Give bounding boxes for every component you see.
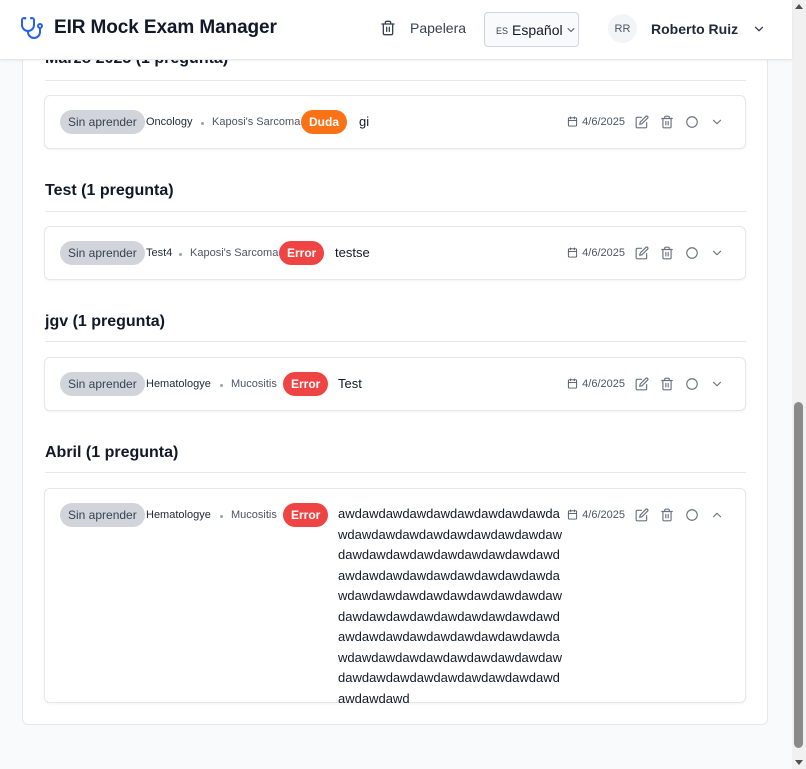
status-badge[interactable]: Sin aprender	[60, 503, 145, 527]
user-menu[interactable]: RR Roberto Ruiz	[608, 14, 766, 43]
question-date: 4/6/2025	[582, 377, 625, 390]
scroll-up-arrow[interactable]	[795, 4, 803, 9]
question-card[interactable]: Sin aprender Oncology Kaposi's Sarcoma D…	[44, 95, 746, 149]
calendar-icon	[568, 247, 578, 258]
question-meta: 4/6/2025	[567, 244, 725, 261]
trash-icon	[660, 508, 673, 521]
question-meta: 4/6/2025	[567, 375, 725, 392]
question-date: 4/6/2025	[582, 115, 625, 128]
group-divider	[45, 80, 746, 81]
question-text: testse	[335, 245, 370, 260]
expand-button[interactable]	[708, 113, 725, 130]
chevron-down-icon	[712, 381, 721, 386]
topic-label: Test4	[146, 247, 173, 259]
question-text: Test	[338, 376, 362, 391]
question-date: 4/6/2025	[582, 246, 625, 259]
question-text: awdawdawdawdawdawdawdawdawdawdawdawdawda…	[338, 506, 563, 706]
edit-button[interactable]	[633, 375, 650, 392]
circle-icon	[685, 115, 698, 128]
group-divider	[45, 211, 746, 212]
question-card[interactable]: Sin aprender Hematologye Mucositis Error…	[44, 488, 746, 706]
chevron-down-icon	[712, 119, 721, 124]
doubt-badge: Duda	[301, 110, 347, 134]
chevron-down-icon	[712, 250, 721, 255]
edit-button[interactable]	[633, 506, 650, 523]
edit-icon	[635, 377, 648, 390]
separator-dot	[220, 515, 223, 518]
trash-link[interactable]: Papelera	[380, 20, 466, 36]
error-badge: Error	[283, 372, 329, 396]
calendar-icon	[568, 509, 578, 520]
group-title: Abril (1 pregunta)	[45, 444, 179, 461]
edit-button[interactable]	[633, 113, 650, 130]
delete-button[interactable]	[658, 244, 675, 261]
expand-button[interactable]	[708, 375, 725, 392]
subtopic-label: Mucositis	[231, 378, 277, 390]
status-badge[interactable]: Sin aprender	[60, 241, 145, 265]
circle-icon	[685, 508, 698, 521]
group-title: jgv (1 pregunta)	[45, 313, 166, 330]
stethoscope-icon	[21, 17, 43, 39]
topic-label: Oncology	[146, 116, 193, 128]
circle-icon	[685, 246, 698, 259]
delete-button[interactable]	[658, 506, 675, 523]
question-date: 4/6/2025	[582, 508, 625, 521]
calendar-icon	[568, 116, 578, 127]
trash-icon	[660, 115, 673, 128]
trash-icon	[660, 377, 673, 390]
calendar-icon	[568, 378, 578, 389]
mark-learned-toggle[interactable]	[683, 506, 700, 523]
group-title: Test (1 pregunta)	[45, 182, 174, 199]
language-label: Español	[512, 21, 563, 38]
question-meta: 4/6/2025	[567, 113, 725, 130]
question-card[interactable]: Sin aprender Test4 Kaposi's Sarcoma Erro…	[44, 226, 746, 280]
mark-learned-toggle[interactable]	[683, 113, 700, 130]
page-scrollbar[interactable]	[792, 0, 806, 769]
status-badge[interactable]: Sin aprender	[60, 372, 145, 396]
group-divider	[45, 472, 746, 473]
group-divider	[45, 341, 746, 342]
app-title: EIR Mock Exam Manager	[54, 17, 277, 38]
question-text: gi	[359, 114, 370, 129]
delete-button[interactable]	[658, 113, 675, 130]
subtopic-label: Kaposi's Sarcoma	[212, 116, 301, 128]
edit-icon	[635, 508, 648, 521]
topic-label: Hematologye	[146, 378, 211, 390]
expand-button[interactable]	[708, 244, 725, 261]
mark-learned-toggle[interactable]	[683, 375, 700, 392]
app-header: EIR Mock Exam Manager Papelera ES Españo…	[0, 0, 792, 60]
trash-label: Papelera	[410, 20, 467, 36]
scroll-down-arrow[interactable]	[795, 760, 803, 765]
mark-learned-toggle[interactable]	[683, 244, 700, 261]
separator-dot	[201, 122, 204, 125]
avatar: RR	[608, 14, 637, 43]
trash-icon	[660, 246, 673, 259]
error-badge: Error	[283, 503, 329, 527]
chevron-down-icon	[567, 27, 575, 32]
delete-button[interactable]	[658, 375, 675, 392]
chevron-up-icon	[712, 512, 721, 517]
edit-button[interactable]	[633, 244, 650, 261]
separator-dot	[179, 253, 182, 256]
brand[interactable]: EIR Mock Exam Manager	[20, 16, 277, 40]
subtopic-label: Mucositis	[231, 509, 277, 521]
subtopic-label: Kaposi's Sarcoma	[190, 247, 279, 259]
scrollbar-thumb[interactable]	[794, 402, 803, 748]
topic-label: Hematologye	[146, 509, 211, 521]
status-badge[interactable]: Sin aprender	[60, 110, 145, 134]
language-code: ES	[496, 25, 509, 36]
language-select[interactable]: ES Español	[484, 12, 579, 47]
edit-icon	[635, 246, 648, 259]
user-name: Roberto Ruiz	[651, 20, 739, 37]
question-meta: 4/6/2025	[567, 506, 725, 523]
circle-icon	[685, 377, 698, 390]
chevron-down-icon	[754, 26, 764, 31]
question-card[interactable]: Sin aprender Hematologye Mucositis Error…	[44, 357, 746, 411]
separator-dot	[220, 384, 223, 387]
collapse-button[interactable]	[708, 506, 725, 523]
edit-icon	[635, 115, 648, 128]
error-badge: Error	[279, 241, 325, 265]
trash-icon	[381, 20, 395, 36]
